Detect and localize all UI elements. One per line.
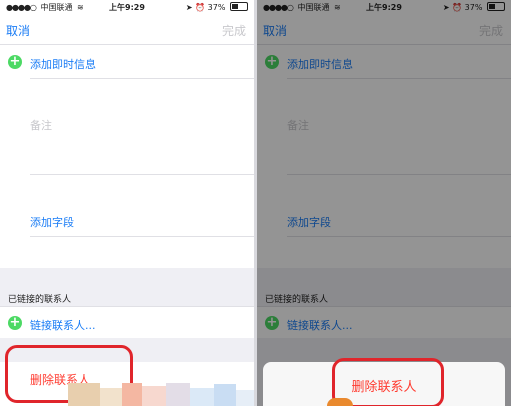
cancel-button[interactable]: 取消 (6, 22, 30, 39)
pixelated-area (236, 390, 254, 406)
pixelated-area (142, 386, 166, 406)
divider (30, 174, 254, 175)
add-icon[interactable]: + (8, 316, 22, 330)
add-field-button[interactable]: 添加字段 (30, 214, 74, 230)
dim-overlay[interactable] (257, 0, 511, 406)
divider (30, 78, 254, 79)
alarm-icon: ⏰ (195, 3, 206, 12)
divider (0, 44, 254, 45)
done-button[interactable]: 完成 (222, 22, 246, 39)
nav-bar: 取消 完成 (0, 14, 254, 44)
pixelated-area (100, 388, 122, 406)
location-arrow-icon: ➤ (185, 3, 193, 12)
pixelated-area (68, 383, 100, 406)
pixelated-area (122, 383, 142, 406)
pixelated-area (214, 384, 236, 406)
divider (0, 306, 254, 307)
pixelated-area (190, 388, 214, 406)
notes-field[interactable]: 备注 (30, 117, 52, 133)
pixelated-area (166, 383, 190, 406)
link-contact-button[interactable]: 链接联系人... (30, 317, 96, 333)
add-icon[interactable]: + (8, 55, 22, 69)
add-instant-message-button[interactable]: 添加即时信息 (30, 56, 96, 72)
pixelated-area (327, 398, 353, 406)
linked-contacts-header: 已链接的联系人 (8, 295, 72, 305)
right-screen: ●●●●○ 中国联通 ≋ 上午9:29 ➤ ⏰ 37% 取消 完成 + 添加即时… (257, 0, 511, 406)
status-bar: ●●●●○ 中国联通 ≋ 上午9:29 ➤ ⏰ 37% (0, 0, 254, 14)
divider (30, 236, 254, 237)
battery-percent: 37% (207, 3, 226, 12)
left-screen: ●●●●○ 中国联通 ≋ 上午9:29 ➤ ⏰ 37% 取消 完成 + 添加即时… (0, 0, 254, 406)
battery-icon (230, 2, 248, 11)
